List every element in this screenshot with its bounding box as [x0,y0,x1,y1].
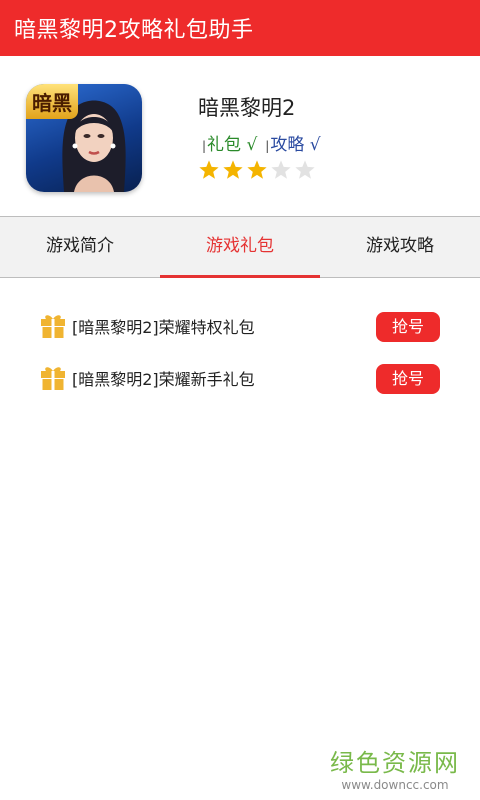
star-empty-icon [271,160,291,179]
guide-tag: |攻略 √ [265,130,320,155]
site-watermark: 绿色资源网 www.downcc.com [330,743,460,792]
tab-game-guides[interactable]: 游戏攻略 [320,217,480,277]
list-item[interactable]: [暗黑黎明2]荣耀新手礼包 抢号 [0,352,480,404]
gift-icon [41,315,65,338]
star-filled-icon [247,160,267,179]
gift-icon [41,367,65,390]
gift-tag-label: 礼包 √ [207,135,258,155]
gift-tag: |礼包 √ [202,130,257,155]
list-item[interactable]: [暗黑黎明2]荣耀特权礼包 抢号 [0,300,480,352]
tag-separator: | [265,139,270,153]
top-app-bar: 暗黑黎明2攻略礼包助手 [0,0,480,56]
guide-tag-label: 攻略 √ [270,135,321,155]
star-filled-icon [199,160,219,179]
watermark-url: www.downcc.com [341,778,449,792]
game-app-icon: 暗黑 [26,84,142,192]
app-title: 暗黑黎明2攻略礼包助手 [14,18,254,43]
game-name: 暗黑黎明2 [198,96,296,120]
grab-code-button[interactable]: 抢号 [376,312,440,342]
star-filled-icon [223,160,243,179]
gift-list: [暗黑黎明2]荣耀特权礼包 抢号 [暗黑黎明2]荣耀新手礼包 抢号 [0,300,480,404]
star-rating [198,159,316,181]
watermark-cn: 绿色资源网 [330,749,460,777]
tab-game-gifts[interactable]: 游戏礼包 [160,217,320,278]
star-empty-icon [295,160,315,179]
gift-name[interactable]: [暗黑黎明2]荣耀新手礼包 [72,366,255,390]
grab-code-button[interactable]: 抢号 [376,364,440,394]
game-info-header: 暗黑 暗黑黎明2 |礼包 √ |攻略 √ [0,56,480,216]
feature-tags: |礼包 √ |攻略 √ [202,130,321,155]
tab-bar: 游戏简介 游戏礼包 游戏攻略 [0,216,480,278]
tab-game-intro[interactable]: 游戏简介 [0,217,160,277]
game-logo-badge: 暗黑 [26,84,78,119]
tag-separator: | [202,139,207,153]
gift-name[interactable]: [暗黑黎明2]荣耀特权礼包 [72,314,255,338]
